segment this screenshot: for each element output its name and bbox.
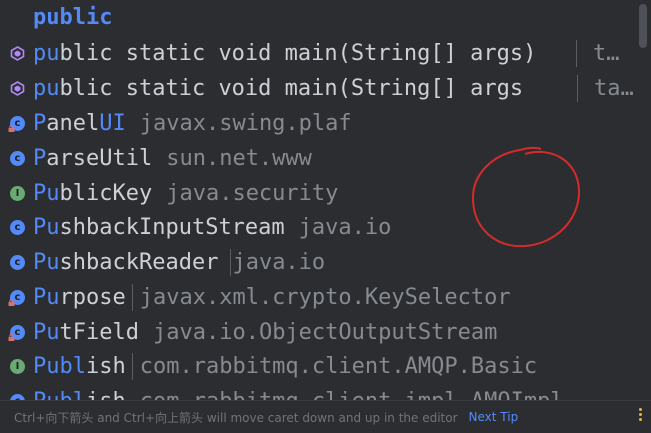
completion-item[interactable]: c PushbackInputStream java.io	[0, 210, 634, 245]
item-match: Pu	[33, 285, 60, 310]
item-name: shbackReader	[59, 250, 219, 275]
completion-footer: Ctrl+向下箭头 and Ctrl+向上箭头 will move caret …	[0, 400, 651, 433]
scrollbar-thumb[interactable]	[639, 4, 647, 48]
class-icon: c	[8, 115, 26, 132]
item-match: P	[33, 146, 47, 171]
query-text: public	[33, 5, 113, 30]
item-name: blicKey	[59, 181, 153, 206]
item-match: Pu	[33, 181, 60, 206]
completion-item[interactable]: public static void main(String[] args ta…	[0, 71, 634, 106]
completion-item[interactable]: I Publish com.rabbitmq.client.AMQP.Basic	[0, 349, 634, 384]
item-match: pu	[33, 41, 60, 66]
interface-icon: I	[9, 185, 26, 202]
item-name: rpose	[59, 285, 126, 310]
completion-item[interactable]: c ParseUtil sun.net.www	[0, 141, 634, 176]
vertical-scrollbar[interactable]	[634, 0, 651, 400]
method-icon	[9, 80, 26, 97]
item-package: java.io	[298, 215, 392, 240]
item-match: Publ	[33, 354, 86, 379]
more-options-icon[interactable]	[639, 408, 642, 421]
item-package: javax.swing.plaf	[139, 111, 352, 136]
item-type: t…	[576, 40, 620, 67]
class-icon: c	[9, 150, 26, 167]
item-package: sun.net.www	[166, 146, 312, 171]
completion-item[interactable]: c PutField java.io.ObjectOutputStream	[0, 315, 634, 350]
item-name: blic static void main(String[] args)	[59, 41, 537, 66]
item-name: arseUtil	[46, 146, 153, 171]
item-name: shbackInputStream	[59, 215, 285, 240]
item-package: java.io.ObjectOutputStream	[152, 320, 498, 345]
item-match: Pu	[33, 320, 60, 345]
class-icon: c	[8, 324, 26, 341]
item-match: Pu	[33, 250, 60, 275]
item-package: java.io	[232, 250, 326, 275]
column-separator	[132, 284, 133, 311]
footer-hint: Ctrl+向下箭头 and Ctrl+向上箭头 will move caret …	[14, 410, 458, 425]
interface-icon: I	[9, 358, 26, 375]
completion-item[interactable]: c PushbackReader java.io	[0, 245, 634, 280]
item-type: ta…	[577, 75, 634, 102]
item-name: blic static void main(String[] args	[59, 76, 524, 101]
column-separator	[132, 353, 133, 380]
item-package: com.rabbitmq.client.AMQP.Basic	[139, 354, 538, 379]
completion-item[interactable]: c PanelUI javax.swing.plaf	[0, 106, 634, 141]
item-name: ish	[85, 354, 126, 379]
completion-item[interactable]: c Purpose javax.xml.crypto.KeySelector	[0, 280, 634, 315]
item-package: java.security	[166, 181, 339, 206]
item-match: Pu	[33, 215, 60, 240]
next-tip-link[interactable]: Next Tip	[469, 410, 519, 424]
item-package: javax.xml.crypto.KeySelector	[139, 285, 511, 310]
completion-item[interactable]: public static void main(String[] args) t…	[0, 36, 634, 71]
item-match: pu	[33, 76, 60, 101]
class-icon: c	[9, 219, 26, 236]
completion-item[interactable]: I PublicKey java.security	[0, 176, 634, 211]
item-name: tField	[59, 320, 139, 345]
completion-query: public	[0, 0, 634, 36]
item-name: anel	[46, 111, 100, 136]
item-match: UI	[99, 111, 126, 136]
item-match: P	[33, 111, 47, 136]
class-icon: c	[9, 254, 26, 271]
completion-popup: public public static void main(String[] …	[0, 0, 651, 433]
method-icon	[9, 45, 26, 62]
column-separator	[230, 249, 231, 276]
class-icon: c	[8, 289, 26, 306]
